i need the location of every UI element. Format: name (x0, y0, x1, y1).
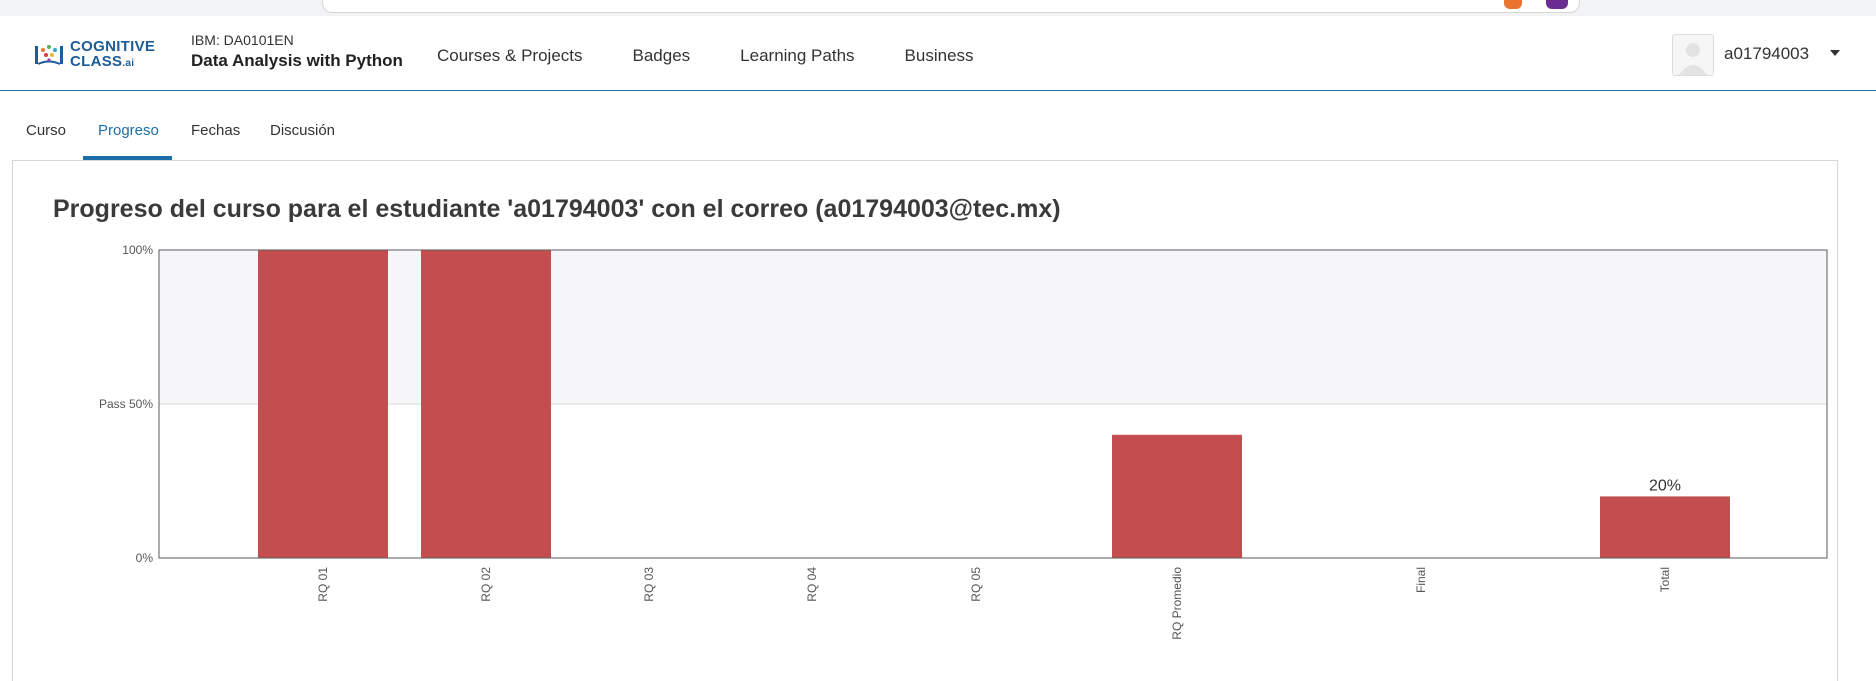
nav-business[interactable]: Business (905, 46, 974, 66)
tab-progreso[interactable]: Progreso (98, 122, 159, 151)
pass-region (159, 250, 1827, 404)
nav-learning-paths[interactable]: Learning Paths (740, 46, 854, 66)
y-tick-label: Pass 50% (99, 397, 153, 411)
logo-text: COGNITIVE CLASS.ai (70, 38, 156, 70)
avatar[interactable] (1672, 34, 1714, 76)
course-name: Data Analysis with Python (191, 51, 403, 70)
tab-discusion[interactable]: Discusión (270, 122, 335, 151)
browser-toolbar (0, 0, 1876, 17)
extension-icon[interactable] (1504, 0, 1522, 9)
bar-rq-02 (421, 250, 551, 558)
extension-icon[interactable] (1546, 0, 1568, 9)
x-tick-label: Total (1658, 567, 1672, 592)
user-menu[interactable]: a01794003 (1672, 34, 1842, 76)
user-silhouette-icon (1679, 43, 1707, 75)
x-tick-label: RQ 01 (316, 567, 330, 602)
x-tick-label: RQ 02 (479, 567, 493, 602)
course-id: IBM: DA0101EN (191, 32, 294, 48)
bar-total (1600, 496, 1730, 558)
nav-courses-projects[interactable]: Courses & Projects (437, 46, 583, 66)
progress-chart: RQ 01 RQ 02 RQ 03 RQ 04 RQ 05 RQ Promedio Fina… (99, 243, 1828, 640)
y-tick-label: 0% (136, 551, 154, 565)
x-tick-label: RQ Promedio (1170, 567, 1184, 640)
y-tick-label: 100% (122, 243, 153, 257)
logo-icon (35, 45, 63, 65)
nav-badges[interactable]: Badges (633, 46, 691, 66)
bar-rq-01 (258, 250, 388, 558)
x-tick-label: Final (1414, 567, 1428, 593)
bar-rq-promedio (1112, 434, 1242, 558)
address-bar[interactable] (322, 0, 1580, 13)
progress-panel: Progreso del curso para el estudiante 'a… (12, 160, 1838, 681)
x-tick-label: RQ 03 (642, 567, 656, 602)
main-nav: Courses & Projects Badges Learning Paths… (437, 46, 1024, 66)
course-tabs: Curso Progreso Fechas Discusión (0, 122, 1876, 160)
chevron-down-icon[interactable] (1830, 50, 1840, 56)
cognitive-class-logo[interactable]: COGNITIVE CLASS.ai (34, 38, 170, 72)
x-tick-label: RQ 05 (969, 567, 983, 602)
x-tick-label: RQ 04 (805, 567, 819, 602)
tab-fechas[interactable]: Fechas (191, 122, 240, 151)
data-label: 20% (1649, 477, 1681, 494)
username[interactable]: a01794003 (1724, 44, 1809, 64)
site-header: COGNITIVE CLASS.ai IBM: DA0101EN Data An… (0, 16, 1876, 91)
tab-curso[interactable]: Curso (26, 122, 66, 151)
